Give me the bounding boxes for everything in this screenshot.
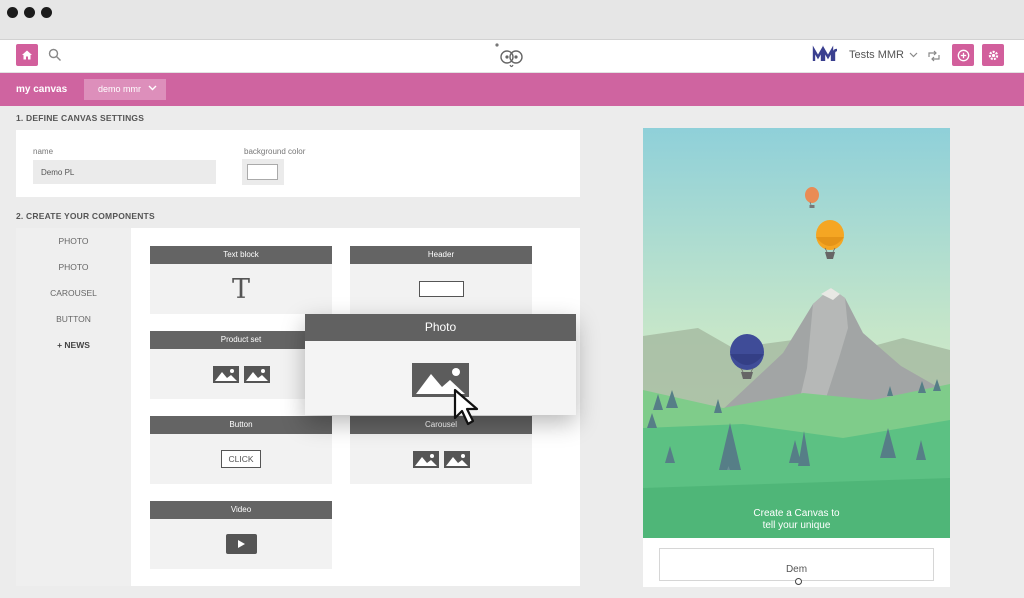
click-button-preview: CLICK xyxy=(221,450,261,468)
preview-caption: Create a Canvas to tell your unique xyxy=(643,508,950,532)
owl-logo-icon xyxy=(495,43,523,68)
text-cursor-handle[interactable] xyxy=(795,578,802,585)
play-icon xyxy=(238,540,245,548)
cursor-icon xyxy=(453,388,479,426)
tile-text-block[interactable]: Text block T xyxy=(150,246,332,314)
preview-caption-line1: Create a Canvas to xyxy=(753,508,840,519)
section-title-components: 2. CREATE YOUR COMPONENTS xyxy=(16,211,155,221)
chevron-down-icon xyxy=(909,52,918,58)
preview-text-input[interactable]: Dem xyxy=(659,548,934,581)
tile-label: Text block xyxy=(150,246,332,264)
dragging-tile-label: Photo xyxy=(305,314,576,341)
tile-label: Header xyxy=(350,246,532,264)
tile-button[interactable]: Button CLICK xyxy=(150,416,332,484)
close-window-button[interactable] xyxy=(7,7,18,18)
tile-video[interactable]: Video xyxy=(150,501,332,569)
maximize-window-button[interactable] xyxy=(41,7,52,18)
section-title-settings: 1. DEFINE CANVAS SETTINGS xyxy=(16,113,145,123)
tile-header[interactable]: Header xyxy=(350,246,532,314)
home-icon xyxy=(22,50,32,60)
window-titlebar xyxy=(0,0,1024,40)
header-box-icon xyxy=(418,281,464,297)
preview-caption-line2: tell your unique xyxy=(762,520,831,531)
text-glyph-icon: T xyxy=(231,273,250,305)
canvas-bar-title: my canvas xyxy=(16,84,68,95)
account-selector[interactable]: Tests MMR xyxy=(849,49,918,61)
canvas-select[interactable]: demo mmr xyxy=(84,79,166,100)
account-name: Tests MMR xyxy=(849,49,904,61)
image-icon xyxy=(243,365,270,383)
gear-icon xyxy=(988,50,998,60)
canvas-select-value: demo mmr xyxy=(98,84,142,94)
component-menu-item-news[interactable]: + NEWS xyxy=(16,340,131,350)
tile-carousel[interactable]: Carousel xyxy=(350,416,532,484)
image-icon xyxy=(212,365,239,383)
sync-icon[interactable] xyxy=(926,48,942,64)
background-color-label: background color xyxy=(244,147,306,156)
image-icon xyxy=(443,450,470,468)
component-menu: PHOTO PHOTO CAROUSEL BUTTON + NEWS xyxy=(16,228,131,586)
app-header: Tests MMR xyxy=(0,40,1024,73)
name-label: name xyxy=(33,147,54,156)
image-icon xyxy=(412,450,439,468)
search-icon[interactable] xyxy=(48,48,62,62)
settings-button[interactable] xyxy=(982,44,1004,66)
chevron-down-icon xyxy=(148,85,157,91)
component-menu-item[interactable]: CAROUSEL xyxy=(16,288,131,298)
color-swatch xyxy=(247,164,278,180)
add-button[interactable] xyxy=(952,44,974,66)
settings-card: name Demo PL background color xyxy=(16,130,580,197)
home-button[interactable] xyxy=(16,44,38,66)
tile-label: Button xyxy=(150,416,332,434)
dragging-photo-tile[interactable]: Photo xyxy=(305,314,576,415)
canvas-bar: my canvas demo mmr xyxy=(0,73,1024,106)
tile-label: Video xyxy=(150,501,332,519)
video-play-icon xyxy=(225,534,257,554)
mmr-logo-icon xyxy=(812,45,838,61)
add-circle-icon xyxy=(957,49,969,61)
component-menu-item[interactable]: PHOTO xyxy=(16,236,131,246)
component-menu-item[interactable]: BUTTON xyxy=(16,314,131,324)
component-menu-item[interactable]: PHOTO xyxy=(16,262,131,272)
canvas-preview: Create a Canvas to tell your unique Dem xyxy=(643,128,950,587)
tile-label: Carousel xyxy=(350,416,532,434)
background-color-picker[interactable] xyxy=(242,159,284,185)
minimize-window-button[interactable] xyxy=(24,7,35,18)
name-input[interactable]: Demo PL xyxy=(33,160,216,184)
preview-illustration xyxy=(643,128,950,538)
